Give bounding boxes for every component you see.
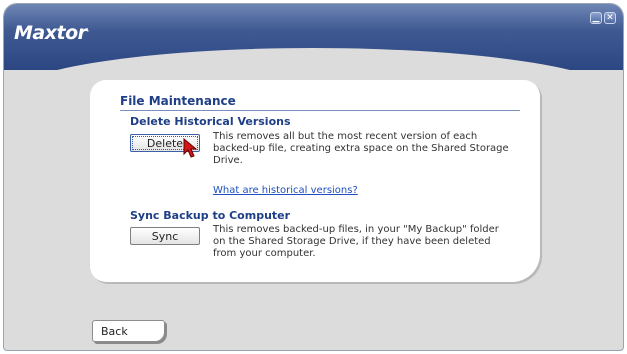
title-divider <box>120 110 520 111</box>
close-button[interactable]: ✕ <box>604 12 616 24</box>
minimize-icon: ▁ <box>592 13 600 23</box>
panel-title: File Maintenance <box>120 94 236 108</box>
logo-mark: . <box>86 25 90 34</box>
mouse-cursor-icon <box>183 138 198 158</box>
minimize-button[interactable]: ▁ <box>590 12 602 24</box>
back-button[interactable]: Back <box>92 320 165 342</box>
delete-description: This removes all but the most recent ver… <box>213 131 509 166</box>
sync-section-title: Sync Backup to Computer <box>130 209 291 222</box>
close-icon: ✕ <box>606 13 614 23</box>
sync-description: This removes backed-up files, in your "M… <box>213 224 499 259</box>
delete-section-title: Delete Historical Versions <box>130 115 291 128</box>
file-maintenance-panel: File Maintenance Delete Historical Versi… <box>90 80 540 282</box>
sync-button[interactable]: Sync <box>130 227 200 245</box>
maxtor-logo: Maxtor. <box>14 22 89 44</box>
historical-versions-link[interactable]: What are historical versions? <box>213 185 358 196</box>
title-bar <box>4 4 623 108</box>
